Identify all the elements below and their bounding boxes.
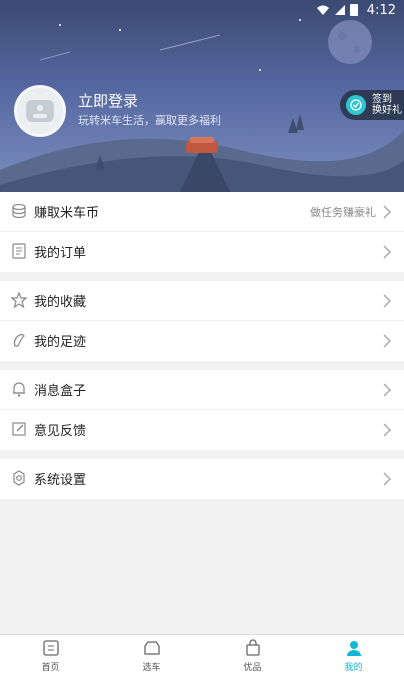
signin-button[interactable]: 签到 换好礼 — [340, 90, 404, 120]
tab-mine[interactable]: 我的 — [303, 635, 404, 674]
menu-item-hint: 做任务赚豪礼 — [310, 206, 376, 219]
menu-item-label: 系统设置 — [34, 473, 87, 488]
order-icon — [10, 242, 28, 260]
menu-item-label: 消息盒子 — [34, 384, 87, 399]
signal-icon — [334, 4, 346, 20]
tab-label: 优品 — [243, 663, 262, 673]
menu-group-rewards: 赚取米车币 做任务赚豪礼 我的订单 — [0, 192, 404, 272]
menu-item-settings[interactable]: 系统设置 — [0, 459, 404, 499]
chevron-right-icon — [382, 244, 392, 260]
tab-label: 选车 — [142, 663, 161, 673]
menu-item-label: 我的足迹 — [34, 335, 87, 350]
menu-group-settings: 系统设置 — [0, 459, 404, 499]
tab-select-car[interactable]: 选车 — [101, 635, 202, 674]
signin-label: 签到 — [372, 94, 392, 105]
status-bar: 4:12 — [0, 0, 404, 22]
battery-icon — [350, 3, 358, 20]
menu-item-orders[interactable]: 我的订单 — [0, 232, 404, 272]
avatar[interactable] — [14, 85, 66, 137]
menu-item-label: 我的收藏 — [34, 295, 87, 310]
chevron-right-icon — [382, 293, 392, 309]
menu-group-messages: 消息盒子 意见反馈 — [0, 370, 404, 450]
wifi-icon — [316, 4, 330, 20]
menu-item-favorites[interactable]: 我的收藏 — [0, 281, 404, 321]
menu-item-label: 赚取米车币 — [34, 206, 100, 221]
menu-item-footprints[interactable]: 我的足迹 — [0, 321, 404, 361]
tab-products[interactable]: 优品 — [202, 635, 303, 674]
checkin-icon — [346, 95, 366, 115]
profile-header: 4:12 立即登录 玩转米车生活，赢取更多福利 签到 换好礼 — [0, 0, 404, 192]
chevron-right-icon — [382, 382, 392, 398]
menu-group-collections: 我的收藏 我的足迹 — [0, 281, 404, 361]
bottom-tab-bar: 首页 选车 优品 我的 — [0, 634, 404, 674]
chevron-right-icon — [382, 333, 392, 349]
star-icon — [10, 291, 28, 309]
bell-icon — [10, 380, 28, 398]
chevron-right-icon — [382, 471, 392, 487]
footprint-icon — [10, 331, 28, 349]
edit-icon — [10, 420, 28, 438]
tab-label: 首页 — [41, 663, 60, 673]
menu-item-label: 意见反馈 — [34, 424, 87, 439]
menu-item-inbox[interactable]: 消息盒子 — [0, 370, 404, 410]
chevron-right-icon — [382, 204, 392, 220]
tab-label: 我的 — [344, 663, 363, 673]
menu-item-label: 我的订单 — [34, 246, 87, 261]
login-subtitle: 玩转米车生活，赢取更多福利 — [78, 114, 221, 127]
avatar-placeholder-icon — [26, 100, 54, 122]
coins-icon — [10, 202, 28, 220]
gear-icon — [10, 469, 28, 487]
user-icon — [345, 639, 363, 657]
menu-item-earn-coins[interactable]: 赚取米车币 做任务赚豪礼 — [0, 192, 404, 232]
status-time: 4:12 — [366, 3, 396, 18]
tab-home[interactable]: 首页 — [0, 635, 101, 674]
chevron-right-icon — [382, 422, 392, 438]
profile-menu: 赚取米车币 做任务赚豪礼 我的订单 我的收藏 我的足迹 消息盒子 意见反馈 系统… — [0, 192, 404, 499]
signin-sublabel: 换好礼 — [372, 105, 402, 116]
login-title[interactable]: 立即登录 — [78, 90, 138, 111]
car-icon — [143, 639, 161, 657]
bag-icon — [244, 639, 262, 657]
home-icon — [42, 639, 60, 657]
menu-item-feedback[interactable]: 意见反馈 — [0, 410, 404, 450]
